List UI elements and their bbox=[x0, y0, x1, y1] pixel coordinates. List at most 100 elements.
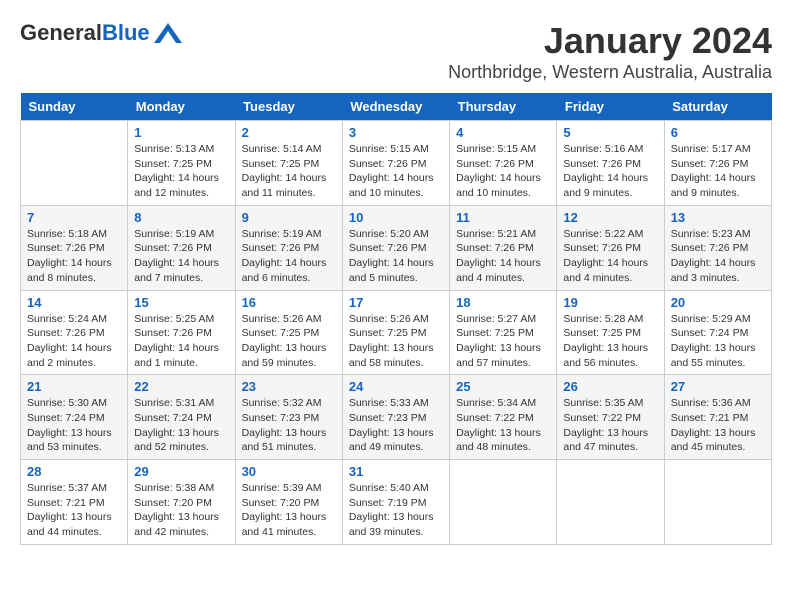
calendar-cell: 4 Sunrise: 5:15 AM Sunset: 7:26 PM Daylig… bbox=[450, 121, 557, 206]
logo-icon bbox=[154, 23, 182, 43]
day-info: Sunrise: 5:16 AM Sunset: 7:26 PM Dayligh… bbox=[563, 142, 657, 201]
weekday-header: Friday bbox=[557, 93, 664, 121]
calendar-cell: 8 Sunrise: 5:19 AM Sunset: 7:26 PM Daylig… bbox=[128, 205, 235, 290]
calendar-cell: 25 Sunrise: 5:34 AM Sunset: 7:22 PM Dayli… bbox=[450, 375, 557, 460]
page-header: GeneralBlue January 2024 Northbridge, We… bbox=[20, 20, 772, 83]
calendar-week-row: 14 Sunrise: 5:24 AM Sunset: 7:26 PM Dayli… bbox=[21, 290, 772, 375]
day-info: Sunrise: 5:28 AM Sunset: 7:25 PM Dayligh… bbox=[563, 312, 657, 371]
calendar-cell: 10 Sunrise: 5:20 AM Sunset: 7:26 PM Dayli… bbox=[342, 205, 449, 290]
calendar-week-row: 21 Sunrise: 5:30 AM Sunset: 7:24 PM Dayli… bbox=[21, 375, 772, 460]
day-info: Sunrise: 5:37 AM Sunset: 7:21 PM Dayligh… bbox=[27, 481, 121, 540]
day-number: 12 bbox=[563, 210, 657, 225]
day-number: 15 bbox=[134, 295, 228, 310]
calendar-cell: 5 Sunrise: 5:16 AM Sunset: 7:26 PM Daylig… bbox=[557, 121, 664, 206]
day-number: 21 bbox=[27, 379, 121, 394]
calendar-title: January 2024 bbox=[448, 20, 772, 62]
day-number: 29 bbox=[134, 464, 228, 479]
day-number: 3 bbox=[349, 125, 443, 140]
day-number: 6 bbox=[671, 125, 765, 140]
calendar-cell: 29 Sunrise: 5:38 AM Sunset: 7:20 PM Dayli… bbox=[128, 460, 235, 545]
day-number: 31 bbox=[349, 464, 443, 479]
weekday-header: Monday bbox=[128, 93, 235, 121]
day-number: 8 bbox=[134, 210, 228, 225]
day-info: Sunrise: 5:40 AM Sunset: 7:19 PM Dayligh… bbox=[349, 481, 443, 540]
calendar-cell: 11Sunrise: 5:21 AM Sunset: 7:26 PM Dayli… bbox=[450, 205, 557, 290]
day-info: Sunrise: 5:33 AM Sunset: 7:23 PM Dayligh… bbox=[349, 396, 443, 455]
day-info: Sunrise: 5:19 AM Sunset: 7:26 PM Dayligh… bbox=[134, 227, 228, 286]
weekday-header: Saturday bbox=[664, 93, 771, 121]
weekday-header: Thursday bbox=[450, 93, 557, 121]
calendar-cell: 2Sunrise: 5:14 AM Sunset: 7:25 PM Daylig… bbox=[235, 121, 342, 206]
calendar-cell: 3 Sunrise: 5:15 AM Sunset: 7:26 PM Daylig… bbox=[342, 121, 449, 206]
day-number: 26 bbox=[563, 379, 657, 394]
calendar-cell: 12 Sunrise: 5:22 AM Sunset: 7:26 PM Dayli… bbox=[557, 205, 664, 290]
day-number: 17 bbox=[349, 295, 443, 310]
day-info: Sunrise: 5:24 AM Sunset: 7:26 PM Dayligh… bbox=[27, 312, 121, 371]
day-info: Sunrise: 5:23 AM Sunset: 7:26 PM Dayligh… bbox=[671, 227, 765, 286]
weekday-header: Wednesday bbox=[342, 93, 449, 121]
day-info: Sunrise: 5:39 AM Sunset: 7:20 PM Dayligh… bbox=[242, 481, 336, 540]
calendar-cell bbox=[664, 460, 771, 545]
day-number: 25 bbox=[456, 379, 550, 394]
day-number: 24 bbox=[349, 379, 443, 394]
day-info: Sunrise: 5:13 AM Sunset: 7:25 PM Dayligh… bbox=[134, 142, 228, 201]
calendar-cell: 20 Sunrise: 5:29 AM Sunset: 7:24 PM Dayli… bbox=[664, 290, 771, 375]
day-number: 23 bbox=[242, 379, 336, 394]
day-info: Sunrise: 5:26 AM Sunset: 7:25 PM Dayligh… bbox=[349, 312, 443, 371]
calendar-cell: 6 Sunrise: 5:17 AM Sunset: 7:26 PM Daylig… bbox=[664, 121, 771, 206]
day-info: Sunrise: 5:17 AM Sunset: 7:26 PM Dayligh… bbox=[671, 142, 765, 201]
calendar-cell: 24 Sunrise: 5:33 AM Sunset: 7:23 PM Dayli… bbox=[342, 375, 449, 460]
day-info: Sunrise: 5:22 AM Sunset: 7:26 PM Dayligh… bbox=[563, 227, 657, 286]
calendar-cell: 31 Sunrise: 5:40 AM Sunset: 7:19 PM Dayli… bbox=[342, 460, 449, 545]
day-number: 1 bbox=[134, 125, 228, 140]
calendar-cell: 28 Sunrise: 5:37 AM Sunset: 7:21 PM Dayli… bbox=[21, 460, 128, 545]
day-number: 19 bbox=[563, 295, 657, 310]
day-number: 10 bbox=[349, 210, 443, 225]
calendar-table: SundayMondayTuesdayWednesdayThursdayFrid… bbox=[20, 93, 772, 545]
day-info: Sunrise: 5:27 AM Sunset: 7:25 PM Dayligh… bbox=[456, 312, 550, 371]
calendar-cell: 21 Sunrise: 5:30 AM Sunset: 7:24 PM Dayli… bbox=[21, 375, 128, 460]
day-number: 9 bbox=[242, 210, 336, 225]
day-info: Sunrise: 5:32 AM Sunset: 7:23 PM Dayligh… bbox=[242, 396, 336, 455]
day-info: Sunrise: 5:20 AM Sunset: 7:26 PM Dayligh… bbox=[349, 227, 443, 286]
calendar-cell: 22Sunrise: 5:31 AM Sunset: 7:24 PM Dayli… bbox=[128, 375, 235, 460]
day-number: 5 bbox=[563, 125, 657, 140]
calendar-header: January 2024 Northbridge, Western Austra… bbox=[448, 20, 772, 83]
day-info: Sunrise: 5:18 AM Sunset: 7:26 PM Dayligh… bbox=[27, 227, 121, 286]
day-number: 11 bbox=[456, 210, 550, 225]
calendar-cell bbox=[450, 460, 557, 545]
day-number: 16 bbox=[242, 295, 336, 310]
day-info: Sunrise: 5:34 AM Sunset: 7:22 PM Dayligh… bbox=[456, 396, 550, 455]
day-info: Sunrise: 5:15 AM Sunset: 7:26 PM Dayligh… bbox=[349, 142, 443, 201]
calendar-cell: 18 Sunrise: 5:27 AM Sunset: 7:25 PM Dayli… bbox=[450, 290, 557, 375]
day-info: Sunrise: 5:30 AM Sunset: 7:24 PM Dayligh… bbox=[27, 396, 121, 455]
day-number: 4 bbox=[456, 125, 550, 140]
weekday-header-row: SundayMondayTuesdayWednesdayThursdayFrid… bbox=[21, 93, 772, 121]
day-number: 27 bbox=[671, 379, 765, 394]
day-number: 7 bbox=[27, 210, 121, 225]
calendar-cell: 27 Sunrise: 5:36 AM Sunset: 7:21 PM Dayli… bbox=[664, 375, 771, 460]
day-number: 28 bbox=[27, 464, 121, 479]
calendar-subtitle: Northbridge, Western Australia, Australi… bbox=[448, 62, 772, 83]
day-number: 14 bbox=[27, 295, 121, 310]
day-number: 18 bbox=[456, 295, 550, 310]
calendar-week-row: 28 Sunrise: 5:37 AM Sunset: 7:21 PM Dayli… bbox=[21, 460, 772, 545]
day-info: Sunrise: 5:19 AM Sunset: 7:26 PM Dayligh… bbox=[242, 227, 336, 286]
day-info: Sunrise: 5:36 AM Sunset: 7:21 PM Dayligh… bbox=[671, 396, 765, 455]
calendar-week-row: 1 Sunrise: 5:13 AM Sunset: 7:25 PM Daylig… bbox=[21, 121, 772, 206]
calendar-cell: 26 Sunrise: 5:35 AM Sunset: 7:22 PM Dayli… bbox=[557, 375, 664, 460]
day-info: Sunrise: 5:26 AM Sunset: 7:25 PM Dayligh… bbox=[242, 312, 336, 371]
calendar-cell: 9 Sunrise: 5:19 AM Sunset: 7:26 PM Daylig… bbox=[235, 205, 342, 290]
day-number: 20 bbox=[671, 295, 765, 310]
day-info: Sunrise: 5:35 AM Sunset: 7:22 PM Dayligh… bbox=[563, 396, 657, 455]
day-info: Sunrise: 5:31 AM Sunset: 7:24 PM Dayligh… bbox=[134, 396, 228, 455]
calendar-cell: 23 Sunrise: 5:32 AM Sunset: 7:23 PM Dayli… bbox=[235, 375, 342, 460]
day-info: Sunrise: 5:15 AM Sunset: 7:26 PM Dayligh… bbox=[456, 142, 550, 201]
day-number: 13 bbox=[671, 210, 765, 225]
day-info: Sunrise: 5:29 AM Sunset: 7:24 PM Dayligh… bbox=[671, 312, 765, 371]
calendar-cell: 7 Sunrise: 5:18 AM Sunset: 7:26 PM Daylig… bbox=[21, 205, 128, 290]
calendar-cell bbox=[557, 460, 664, 545]
day-info: Sunrise: 5:25 AM Sunset: 7:26 PM Dayligh… bbox=[134, 312, 228, 371]
calendar-cell: 15 Sunrise: 5:25 AM Sunset: 7:26 PM Dayli… bbox=[128, 290, 235, 375]
day-info: Sunrise: 5:38 AM Sunset: 7:20 PM Dayligh… bbox=[134, 481, 228, 540]
